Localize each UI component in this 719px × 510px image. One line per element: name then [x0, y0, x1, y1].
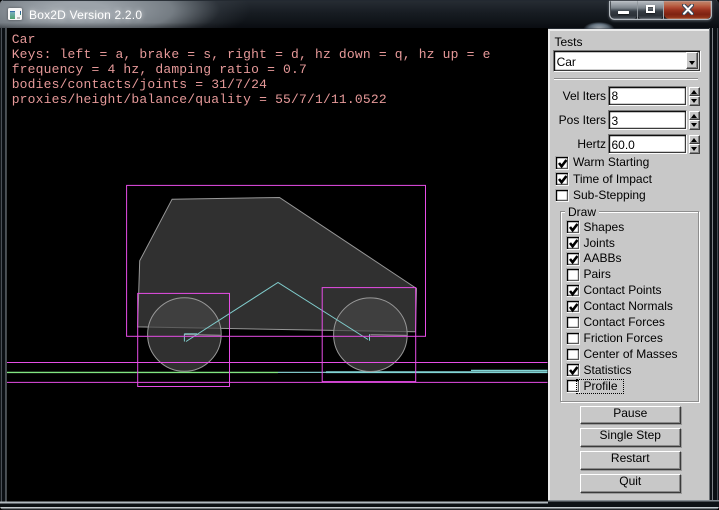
svg-text:proxies/height/balance/quality: proxies/height/balance/quality = 55/7/1/… — [12, 92, 387, 107]
svg-text:frequency = 4 hz, damping rati: frequency = 4 hz, damping ratio = 0.7 — [12, 62, 307, 77]
svg-text:bodies/contacts/joints = 31/7/: bodies/contacts/joints = 31/7/24 — [12, 77, 267, 92]
svg-text:Keys: left = a, brake = s, rig: Keys: left = a, brake = s, right = d, hz… — [12, 47, 491, 62]
svg-text:Car: Car — [12, 32, 36, 47]
